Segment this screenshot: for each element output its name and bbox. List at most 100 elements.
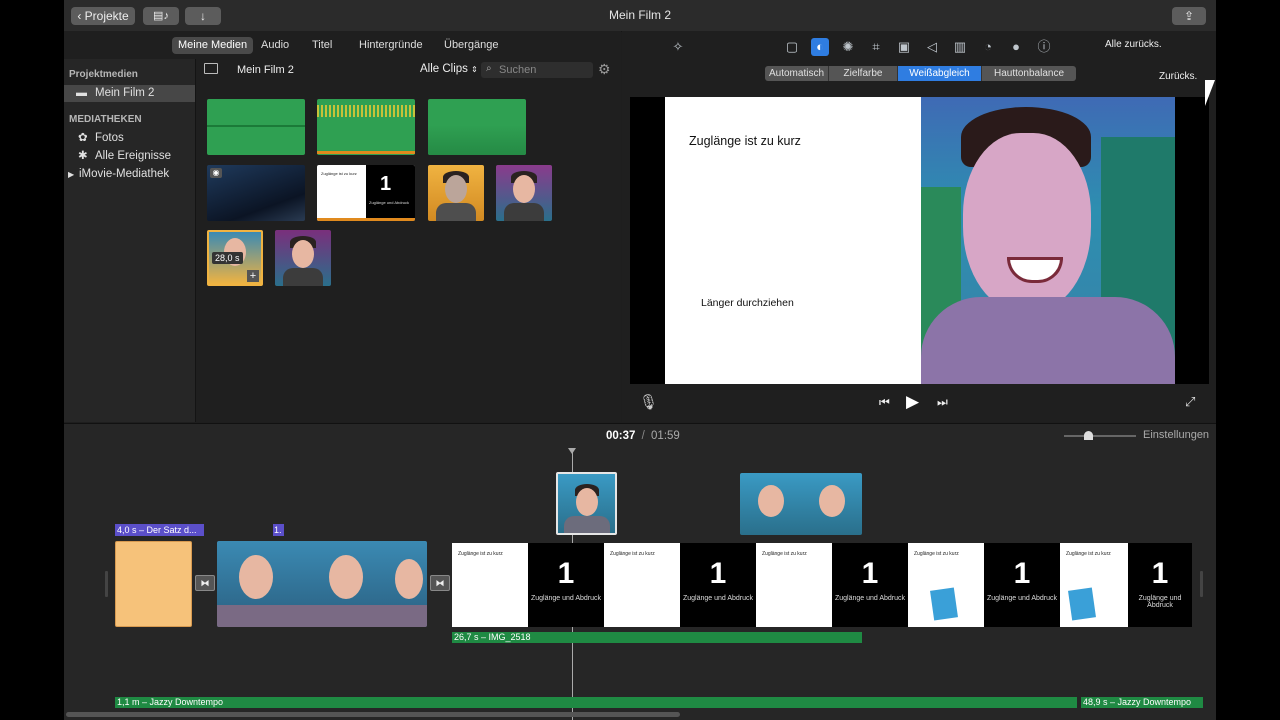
magic-wand-icon[interactable]: ✧ — [669, 38, 687, 56]
transition-icon[interactable]: ⧓ — [195, 575, 215, 591]
person-face — [819, 485, 845, 517]
tab-my-media[interactable]: Meine Medien — [172, 37, 254, 54]
share-icon: ⇪ — [1183, 9, 1195, 23]
reset-button[interactable]: Zurücks. — [1159, 71, 1197, 82]
video-clip-selected[interactable]: 28,0 s + — [207, 230, 263, 286]
slide-frame-white: Zuglänge ist zu kurz — [452, 543, 528, 627]
tab-audio[interactable]: Audio — [255, 37, 295, 54]
tab-titles[interactable]: Titel — [306, 37, 338, 54]
video-clip-person-2[interactable] — [496, 165, 552, 221]
book-image — [930, 587, 958, 621]
audio-clip-1[interactable] — [207, 99, 305, 155]
color-correction-icon[interactable]: ◐ — [811, 38, 829, 56]
audio-clip-bar[interactable]: 26,7 s – IMG_2518 — [452, 632, 862, 643]
person-face — [513, 175, 535, 203]
sidebar-item-all-events[interactable]: ✱ Alle Ereignisse — [64, 148, 195, 165]
audio-clip-2[interactable] — [317, 99, 415, 155]
transition-icon[interactable]: ⧓ — [430, 575, 450, 591]
frame-subtitle: Zuglänge und Abdruck — [682, 595, 754, 602]
gear-icon[interactable]: ⚙ — [598, 61, 611, 78]
slide-frame-black: 1 Zuglänge und Abdruck — [680, 543, 756, 627]
crop-icon[interactable]: ⌗ — [867, 38, 885, 56]
browser-toolbar: Mein Film 2 Alle Clips ⇕ ⌕ Suchen ⚙ — [196, 59, 621, 83]
search-icon: ⌕ — [486, 63, 492, 74]
title-clip-bar[interactable]: 4,0 s – Der Satz d... — [115, 524, 204, 536]
segment-white-balance[interactable]: Weißabgleich — [898, 66, 982, 81]
slide-frame-black: 1 Zuglänge und Abdruck — [528, 543, 604, 627]
clip-filter[interactable]: Alle Clips ⇕ — [420, 63, 478, 75]
skip-forward-icon[interactable]: ⏭ — [937, 395, 948, 410]
background-clip[interactable] — [115, 541, 192, 627]
slide-white-area: Zuglänge ist zu kurz Länger durchziehen — [665, 97, 921, 384]
tab-backgrounds[interactable]: Hintergründe — [353, 37, 429, 54]
fullscreen-icon[interactable]: ⤢ — [1185, 394, 1195, 410]
camera-stabilize-icon[interactable]: ▣ — [895, 38, 913, 56]
reset-all-button[interactable]: Alle zurücks. — [1105, 39, 1162, 50]
slide-frame-black: 1 Zuglänge und Abdruck — [832, 543, 908, 627]
video-clip-main[interactable] — [217, 541, 427, 627]
title-clip-label-2: 1. — [274, 525, 282, 535]
slide-title: Zuglänge ist zu kurz — [689, 134, 801, 148]
frame-number: 1 — [1013, 557, 1031, 590]
slide-frame-white: Zuglänge ist zu kurz — [1060, 543, 1128, 627]
waveform — [317, 105, 415, 117]
volume-icon[interactable]: ◁ — [923, 38, 941, 56]
person-body — [504, 203, 544, 221]
person-face — [239, 555, 273, 599]
sidebar-item-imovie-library[interactable]: ▶ iMovie-Mediathek — [64, 166, 195, 183]
microphone-icon[interactable]: 🎙 — [639, 393, 658, 411]
overlay-video — [921, 97, 1175, 384]
horizontal-scrollbar[interactable] — [66, 712, 680, 717]
sidebar-item-project[interactable]: ▬ Mein Film 2 — [64, 85, 195, 102]
color-balance-icon[interactable]: ▢ — [783, 38, 801, 56]
video-preview[interactable]: Zuglänge ist zu kurz Länger durchziehen — [630, 97, 1209, 384]
music-track-2[interactable]: 48,9 s – Jazzy Downtempo — [1081, 697, 1203, 708]
video-clip-person-1[interactable] — [428, 165, 484, 221]
playhead-top-icon[interactable] — [568, 448, 576, 454]
settings-button[interactable]: Einstellungen — [1143, 429, 1209, 441]
audio-clip-label: 26,7 s – IMG_2518 — [454, 632, 531, 642]
title-clip-bar-2[interactable]: 1. — [273, 524, 284, 536]
title-bar: ‹ Projekte ▤♪ ↓ Mein Film 2 ⇪ — [64, 0, 1216, 32]
video-clip-person-3[interactable] — [275, 230, 331, 286]
duration-badge: 28,0 s — [212, 252, 243, 264]
music-track-1[interactable]: 1,1 m – Jazzy Downtempo — [115, 697, 1077, 708]
segment-automatic[interactable]: Automatisch — [765, 66, 829, 81]
speed-icon[interactable]: ◔ — [979, 38, 997, 56]
slide-clip[interactable]: Zuglänge ist zu kurz 1 Zuglänge und Abdr… — [317, 165, 415, 221]
tab-transitions[interactable]: Übergänge — [438, 37, 504, 54]
audio-clip-3[interactable] — [428, 99, 526, 155]
frame-subtitle: Zuglänge und Abdruck — [986, 595, 1058, 602]
palette-icon[interactable]: ✺ — [839, 38, 857, 56]
segment-target-color[interactable]: Zielfarbe — [829, 66, 898, 81]
play-icon[interactable]: ▶ — [906, 392, 919, 412]
photo-clip-landscape[interactable]: ◉ — [207, 165, 305, 221]
current-time: 00:37 — [606, 430, 636, 442]
slide-frame-white: Zuglänge ist zu kurz — [604, 543, 680, 627]
segment-skin-tone[interactable]: Hauttonbalance — [982, 66, 1076, 81]
sidebar-item-photos[interactable]: ✿ Fotos — [64, 130, 195, 147]
connected-video-clip-2[interactable] — [740, 473, 862, 535]
slide-frame-white: Zuglänge ist zu kurz — [908, 543, 984, 627]
timeline-left-handle[interactable] — [105, 571, 108, 597]
frame-subtitle: Zuglänge und Abdruck — [834, 595, 906, 602]
equalizer-icon[interactable]: ▥ — [951, 38, 969, 56]
music-label-1: 1,1 m – Jazzy Downtempo — [117, 697, 224, 707]
connected-video-clip-1[interactable] — [556, 472, 617, 535]
zoom-slider[interactable] — [1064, 431, 1136, 440]
total-time: 01:59 — [651, 430, 680, 442]
timeline-right-handle[interactable] — [1200, 571, 1203, 597]
share-button[interactable]: ⇪ — [1172, 7, 1206, 25]
imovie-window: ‹ Projekte ▤♪ ↓ Mein Film 2 ⇪ Meine Medi… — [64, 0, 1216, 720]
timecode: 00:37 / 01:59 — [606, 430, 680, 442]
zoom-slider-knob[interactable] — [1084, 431, 1093, 440]
person-body — [436, 203, 476, 221]
waveform — [207, 125, 305, 127]
library-sidebar: Projektmedien ▬ Mein Film 2 MEDIATHEKEN … — [64, 59, 196, 422]
add-icon[interactable]: + — [247, 270, 259, 282]
skip-back-icon[interactable]: ⏮ — [879, 395, 890, 410]
search-input[interactable]: ⌕ Suchen — [481, 62, 593, 78]
info-icon[interactable]: ⓘ — [1035, 38, 1053, 56]
sidebar-toggle-icon[interactable] — [204, 63, 218, 74]
filter-icon[interactable]: ● — [1007, 38, 1025, 56]
